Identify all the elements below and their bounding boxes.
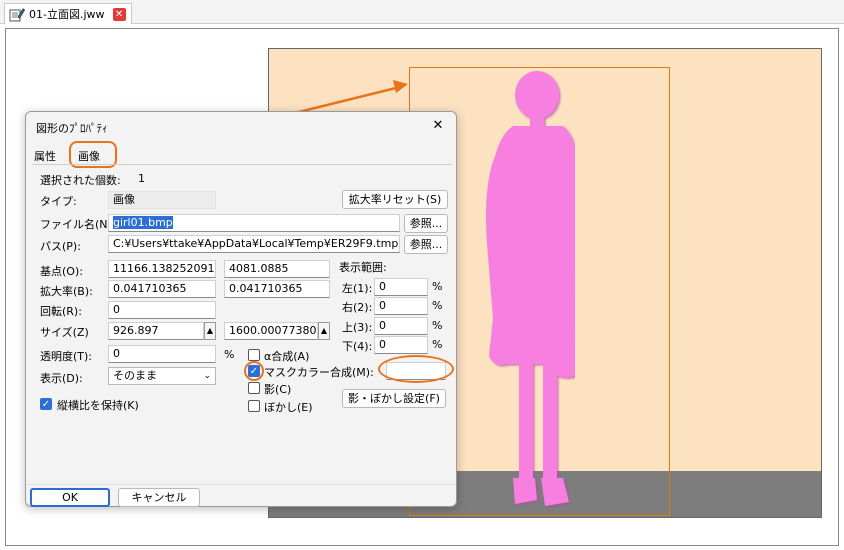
close-icon[interactable]: ✕ bbox=[112, 7, 126, 21]
transparency-field[interactable]: 0 bbox=[108, 345, 216, 363]
range-top-label: 上(3): bbox=[342, 321, 373, 334]
girl-silhouette-image bbox=[486, 71, 575, 506]
base-label: 基点(O): bbox=[40, 265, 83, 278]
path-field[interactable]: C:¥Users¥ttake¥AppData¥Local¥Temp¥ER29F9… bbox=[108, 235, 400, 253]
base-x-field[interactable]: 11166.138252091 bbox=[108, 260, 216, 278]
size-width-field[interactable]: 926.897 bbox=[108, 322, 204, 340]
range-top-percent: % bbox=[432, 319, 443, 332]
spin-arrow-icon[interactable]: ▲ bbox=[204, 322, 216, 340]
range-right-field[interactable]: 0 bbox=[374, 297, 428, 315]
properties-dialog: 図形のﾌﾟﾛﾊﾟﾃｨ ✕ 属性 画像 選択された個数: 1 タイプ: 画像 拡大… bbox=[25, 111, 457, 507]
spin-arrow-icon[interactable]: ▲ bbox=[318, 322, 330, 340]
pencil-document-icon bbox=[9, 7, 26, 22]
document-tab-title: 01-立面図.jww bbox=[29, 8, 105, 21]
display-range-label: 表示範囲: bbox=[339, 261, 387, 274]
range-bottom-field[interactable]: 0 bbox=[374, 336, 428, 354]
alpha-checkbox[interactable] bbox=[248, 349, 260, 361]
range-left-field[interactable]: 0 bbox=[374, 278, 428, 296]
close-icon[interactable]: ✕ bbox=[428, 116, 448, 136]
base-y-field[interactable]: 4081.0885 bbox=[224, 260, 330, 278]
browse-filename-button[interactable]: 参照... bbox=[404, 214, 448, 233]
dialog-title: 図形のﾌﾟﾛﾊﾟﾃｨ bbox=[36, 122, 108, 135]
rotate-field[interactable]: 0 bbox=[108, 301, 216, 319]
selected-count-label: 選択された個数: bbox=[40, 174, 121, 187]
display-label: 表示(D): bbox=[40, 372, 83, 385]
shadow-checkbox[interactable] bbox=[248, 382, 260, 394]
display-select[interactable]: そのまま ⌄ bbox=[108, 367, 216, 385]
blur-checkbox[interactable] bbox=[248, 400, 260, 412]
mask-highlight-ring bbox=[244, 361, 264, 381]
range-left-percent: % bbox=[432, 280, 443, 293]
range-left-label: 左(1): bbox=[342, 282, 373, 295]
blur-label: ぼかし(E) bbox=[264, 401, 313, 414]
transparency-percent: % bbox=[224, 348, 235, 361]
range-right-label: 右(2): bbox=[342, 301, 373, 314]
scale-label: 拡大率(B): bbox=[40, 285, 93, 298]
size-label: サイズ(Z) bbox=[40, 326, 89, 339]
tab-divider bbox=[32, 164, 452, 165]
shadow-label: 影(C) bbox=[264, 383, 292, 396]
cancel-button[interactable]: キャンセル bbox=[118, 488, 200, 507]
ok-button[interactable]: OK bbox=[30, 488, 110, 507]
keep-aspect-label: 縦横比を保持(K) bbox=[57, 399, 139, 412]
size-height-field[interactable]: 1600.0007738095 bbox=[224, 322, 318, 340]
browse-path-button[interactable]: 参照... bbox=[404, 235, 448, 254]
range-bottom-percent: % bbox=[432, 338, 443, 351]
path-label: パス(P): bbox=[40, 240, 81, 253]
document-tab-bar: 01-立面図.jww ✕ bbox=[0, 0, 844, 24]
type-label: タイプ: bbox=[40, 195, 77, 208]
rotate-label: 回転(R): bbox=[40, 305, 82, 318]
dialog-button-bar: OK キャンセル bbox=[26, 484, 456, 507]
scale-x-field[interactable]: 0.041710365 bbox=[108, 280, 216, 298]
mask-label: マスクカラー合成(M): bbox=[264, 366, 374, 379]
range-right-percent: % bbox=[432, 299, 443, 312]
document-tab[interactable]: 01-立面図.jww ✕ bbox=[4, 3, 132, 24]
alpha-label: α合成(A) bbox=[264, 350, 310, 363]
reset-scale-button[interactable]: 拡大率リセット(S) bbox=[342, 190, 448, 209]
range-top-field[interactable]: 0 bbox=[374, 317, 428, 335]
scale-y-field[interactable]: 0.041710365 bbox=[224, 280, 330, 298]
selected-count-value: 1 bbox=[138, 172, 145, 185]
filename-label: ファイル名(N): bbox=[40, 218, 116, 231]
tab-attributes[interactable]: 属性 bbox=[34, 148, 56, 164]
type-field: 画像 bbox=[108, 191, 216, 209]
shadow-blur-settings-button[interactable]: 影・ぼかし設定(F) bbox=[342, 389, 446, 408]
mask-color-highlight-ring bbox=[378, 355, 454, 383]
keep-aspect-checkbox[interactable]: ✓ bbox=[40, 398, 52, 410]
chevron-down-icon: ⌄ bbox=[203, 371, 211, 381]
filename-field[interactable]: girl01.bmp bbox=[108, 214, 400, 232]
range-bottom-label: 下(4): bbox=[342, 340, 373, 353]
transparency-label: 透明度(T): bbox=[40, 350, 93, 363]
